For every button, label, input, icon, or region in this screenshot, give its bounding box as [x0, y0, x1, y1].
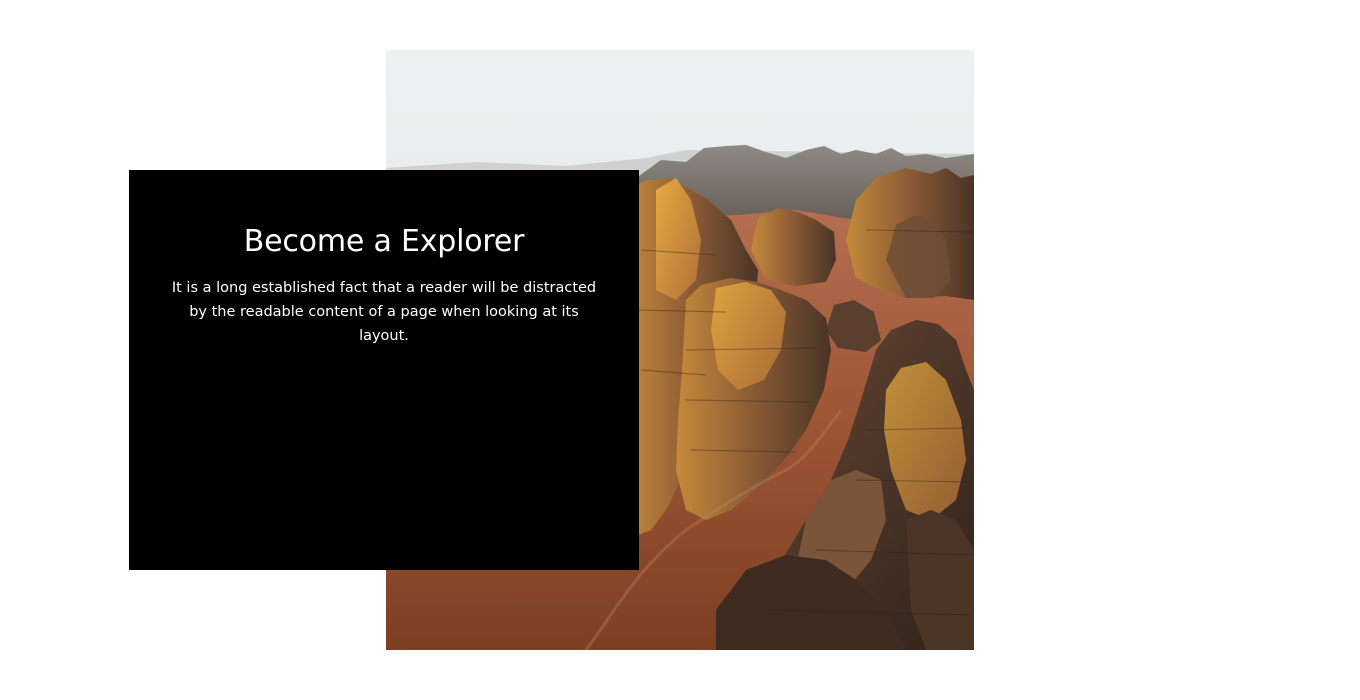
- card-description: It is a long established fact that a rea…: [171, 280, 597, 344]
- hero-section: Become a Explorer It is a long establish…: [0, 0, 1360, 700]
- explorer-card: Become a Explorer It is a long establish…: [129, 170, 639, 570]
- card-title: Become a Explorer: [243, 224, 525, 259]
